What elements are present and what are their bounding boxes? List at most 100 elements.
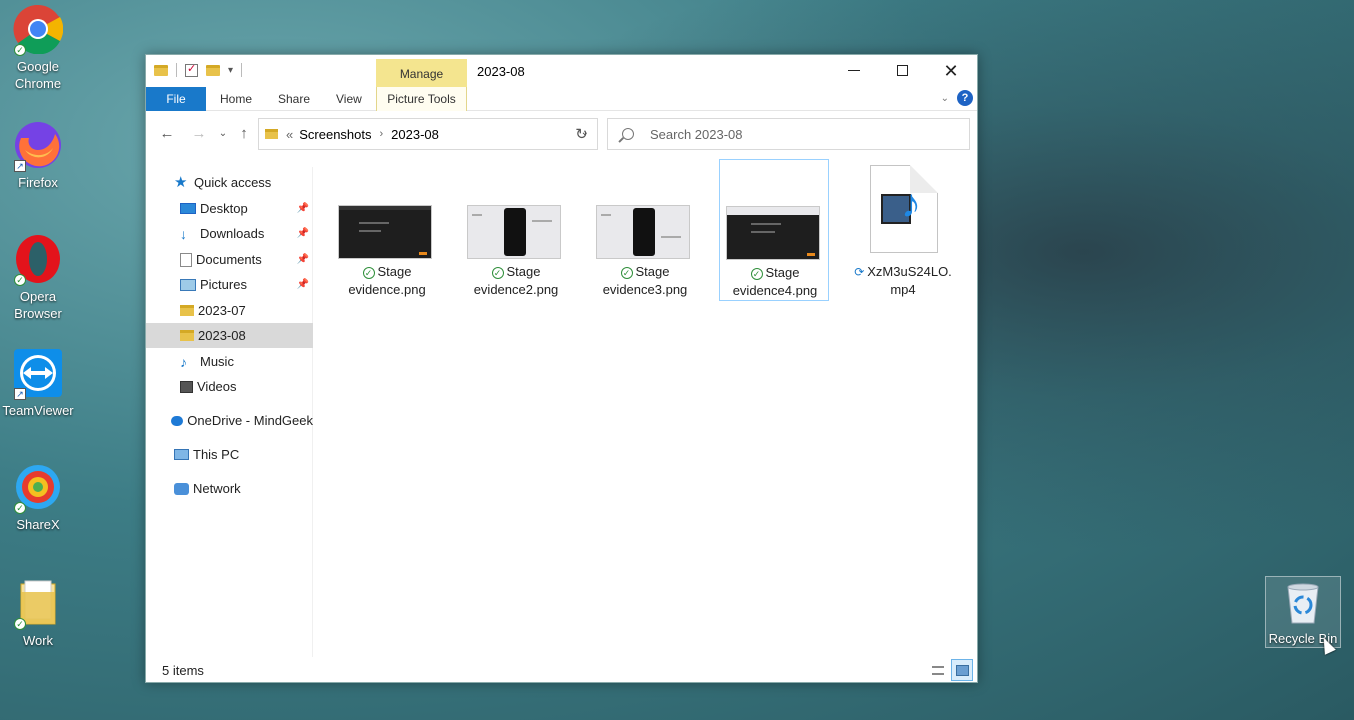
sidebar-item-2023-08[interactable]: 2023-08 bbox=[146, 323, 313, 348]
window-title: 2023-08 bbox=[477, 64, 525, 79]
syncing-icon: ⟳ bbox=[854, 265, 865, 279]
file-item[interactable]: ✓ Stage evidence3.png bbox=[590, 159, 700, 301]
tab-manage[interactable]: Manage bbox=[376, 59, 467, 87]
thumbnail-detail bbox=[359, 222, 389, 224]
divider bbox=[176, 63, 177, 77]
chevron-down-icon[interactable]: ▾ bbox=[228, 65, 233, 76]
sidebar-item-2023-07[interactable]: 2023-07 bbox=[146, 298, 313, 323]
sidebar-item-onedrive[interactable]: OneDrive - MindGeek bbox=[171, 408, 313, 433]
sidebar-item-quick-access[interactable]: ★ Quick access bbox=[174, 170, 313, 195]
recent-locations-button[interactable]: ⌄ bbox=[212, 123, 234, 145]
sidebar-item-label: Pictures bbox=[200, 277, 247, 292]
pin-icon[interactable]: 📌 bbox=[297, 228, 309, 239]
sidebar-item-pictures[interactable]: Pictures 📌 bbox=[146, 272, 313, 297]
sidebar-item-label: Videos bbox=[197, 379, 237, 394]
file-item[interactable]: ✓ Stage evidence.png bbox=[332, 159, 442, 301]
desktop-icon-work[interactable]: ✓ Work bbox=[0, 578, 76, 649]
properties-icon[interactable] bbox=[185, 62, 198, 77]
desktop-icon-sharex[interactable]: ✓ ShareX bbox=[0, 462, 76, 533]
chevron-right-icon[interactable]: › bbox=[380, 128, 384, 140]
up-button[interactable]: ↑ bbox=[233, 123, 255, 145]
breadcrumb-overflow[interactable]: « bbox=[286, 127, 293, 142]
file-name: ✓ Stage evidence2.png bbox=[473, 264, 559, 297]
ribbon-controls: ⌄ ? bbox=[941, 90, 973, 106]
thumbnail-detail: ♪ bbox=[901, 182, 921, 226]
title-bar[interactable]: ▾ Manage 2023-08 ✕ bbox=[146, 55, 977, 87]
sidebar-item-videos[interactable]: Videos bbox=[146, 374, 313, 399]
image-thumbnail bbox=[338, 205, 432, 259]
navigation-bar: ← → ⌄ ↑ « Screenshots › 2023-08 ⌄ ↻ Sear… bbox=[146, 117, 977, 151]
sidebar-item-this-pc[interactable]: This PC bbox=[174, 442, 313, 467]
details-view-icon bbox=[932, 666, 944, 675]
desktop-icon-chrome[interactable]: ✓ Google Chrome bbox=[0, 4, 76, 92]
tab-home[interactable]: Home bbox=[220, 87, 252, 111]
forward-button[interactable]: → bbox=[188, 123, 210, 145]
thumbnail-detail bbox=[419, 252, 427, 255]
firefox-icon: ↗ bbox=[13, 120, 63, 172]
thumbnail-detail bbox=[661, 236, 681, 238]
back-button[interactable]: ← bbox=[156, 123, 178, 145]
file-name: ✓ Stage evidence.png bbox=[348, 264, 426, 297]
onedrive-icon bbox=[171, 415, 184, 426]
help-icon[interactable]: ? bbox=[957, 90, 973, 106]
sidebar-item-desktop[interactable]: Desktop 📌 bbox=[146, 196, 313, 221]
pin-icon[interactable]: 📌 bbox=[297, 279, 309, 290]
sync-check-icon: ✓ bbox=[14, 274, 26, 286]
search-input[interactable]: Search 2023-08 bbox=[650, 127, 743, 142]
sidebar-item-documents[interactable]: Documents 📌 bbox=[146, 247, 313, 272]
desktop-icon-firefox[interactable]: ↗ Firefox bbox=[0, 120, 76, 191]
sidebar-item-label: This PC bbox=[193, 447, 240, 462]
sidebar-item-music[interactable]: ♪ Music bbox=[146, 349, 313, 374]
thumbnail-detail bbox=[751, 231, 775, 233]
file-name: ⟳ XzM3uS24LO. mp4 bbox=[854, 264, 952, 297]
sidebar-item-label: 2023-07 bbox=[198, 303, 246, 318]
file-name: ✓ Stage evidence3.png bbox=[602, 264, 688, 297]
desktop-icon-label: Google Chrome bbox=[14, 59, 62, 91]
ribbon-tabs: File Home Share View Picture Tools ⌄ ? bbox=[146, 87, 977, 111]
file-item-selected[interactable]: ✓ Stage evidence4.png bbox=[719, 159, 829, 301]
sidebar-item-downloads[interactable]: ↓ Downloads 📌 bbox=[146, 221, 313, 246]
folder-icon bbox=[180, 305, 194, 316]
expand-ribbon-icon[interactable]: ⌄ bbox=[941, 93, 949, 104]
breadcrumb-2023-08[interactable]: 2023-08 bbox=[391, 127, 439, 142]
close-button[interactable]: ✕ bbox=[927, 55, 975, 87]
tab-view[interactable]: View bbox=[336, 87, 362, 111]
file-list: ✓ Stage evidence.png ✓ Stage evidence2.png ✓… bbox=[314, 159, 978, 657]
file-item[interactable]: ✓ Stage evidence2.png bbox=[461, 159, 571, 301]
image-thumbnail bbox=[596, 205, 690, 259]
search-box[interactable]: Search 2023-08 bbox=[607, 118, 970, 150]
sharex-icon: ✓ bbox=[13, 462, 63, 514]
desktop-icon bbox=[180, 203, 196, 214]
breadcrumb-screenshots[interactable]: Screenshots bbox=[299, 127, 371, 142]
sidebar-item-network[interactable]: Network bbox=[174, 476, 313, 501]
pictures-icon bbox=[180, 278, 196, 291]
sidebar-item-label: Music bbox=[200, 354, 234, 369]
music-icon: ♪ bbox=[180, 353, 187, 370]
minimize-icon bbox=[848, 70, 860, 71]
address-bar[interactable]: « Screenshots › 2023-08 ⌄ bbox=[258, 118, 598, 150]
videos-icon bbox=[180, 380, 193, 393]
desktop-icon-label: ShareX bbox=[16, 517, 60, 532]
thumbnail-detail bbox=[504, 208, 526, 256]
desktop-icon-teamviewer[interactable]: ↗ TeamViewer bbox=[0, 348, 76, 419]
pin-icon[interactable]: 📌 bbox=[297, 203, 309, 214]
status-bar: 5 items bbox=[146, 659, 977, 683]
thumbnail-detail bbox=[359, 230, 381, 232]
tab-picture-tools[interactable]: Picture Tools bbox=[376, 87, 467, 111]
file-item[interactable]: ♪ ⟳ XzM3uS24LO. mp4 bbox=[848, 159, 958, 301]
image-thumbnail bbox=[726, 206, 820, 260]
details-view-button[interactable] bbox=[927, 659, 949, 681]
large-icons-view-button[interactable] bbox=[951, 659, 973, 681]
sync-check-icon: ✓ bbox=[14, 44, 26, 56]
maximize-button[interactable] bbox=[879, 55, 927, 87]
tab-share[interactable]: Share bbox=[278, 87, 310, 111]
desktop-icon-opera[interactable]: ✓ Opera Browser bbox=[0, 234, 76, 322]
pin-icon[interactable]: 📌 bbox=[297, 254, 309, 265]
sidebar-item-label: Downloads bbox=[200, 226, 265, 241]
star-icon: ★ bbox=[174, 173, 188, 191]
sidebar-item-label: Quick access bbox=[194, 175, 272, 190]
new-folder-icon[interactable] bbox=[206, 64, 220, 76]
refresh-button[interactable]: ↻ bbox=[566, 118, 598, 150]
tab-file[interactable]: File bbox=[146, 87, 206, 111]
minimize-button[interactable] bbox=[831, 55, 879, 87]
